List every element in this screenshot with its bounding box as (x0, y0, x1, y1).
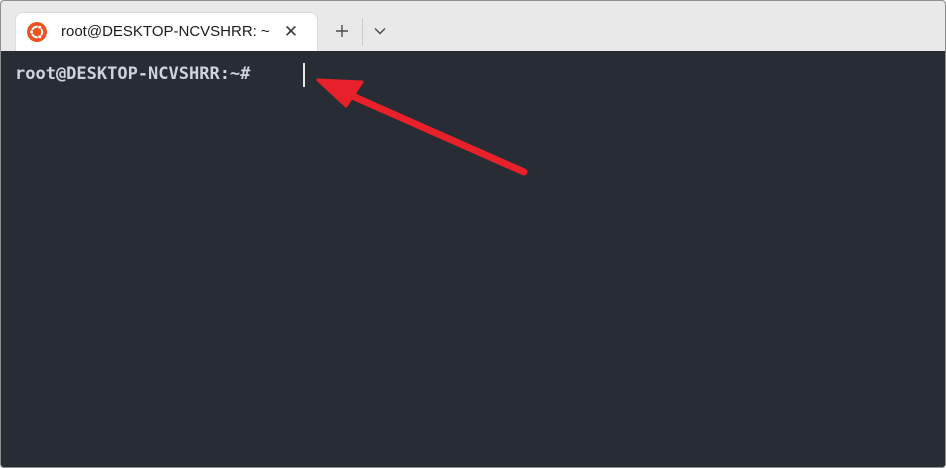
tab-terminal[interactable]: root@DESKTOP-NCVSHRR: ~ ✕ (16, 13, 317, 51)
close-tab-button[interactable]: ✕ (279, 20, 303, 44)
chevron-down-icon (374, 28, 386, 35)
toolbar-divider (362, 18, 363, 46)
plus-icon (336, 25, 348, 37)
terminal-window: root@DESKTOP-NCVSHRR: ~ ✕ root@DESKTOP-N… (0, 0, 946, 468)
shell-prompt: root@DESKTOP-NCVSHRR:~# (15, 64, 251, 84)
new-tab-button[interactable] (325, 16, 359, 46)
terminal-pane[interactable]: root@DESKTOP-NCVSHRR:~# (1, 51, 945, 467)
close-icon: ✕ (283, 22, 299, 41)
profile-dropdown-button[interactable] (365, 16, 395, 46)
text-cursor (303, 63, 305, 87)
title-bar: root@DESKTOP-NCVSHRR: ~ ✕ (1, 1, 945, 51)
tab-title: root@DESKTOP-NCVSHRR: ~ (61, 23, 270, 40)
ubuntu-icon (27, 22, 47, 42)
